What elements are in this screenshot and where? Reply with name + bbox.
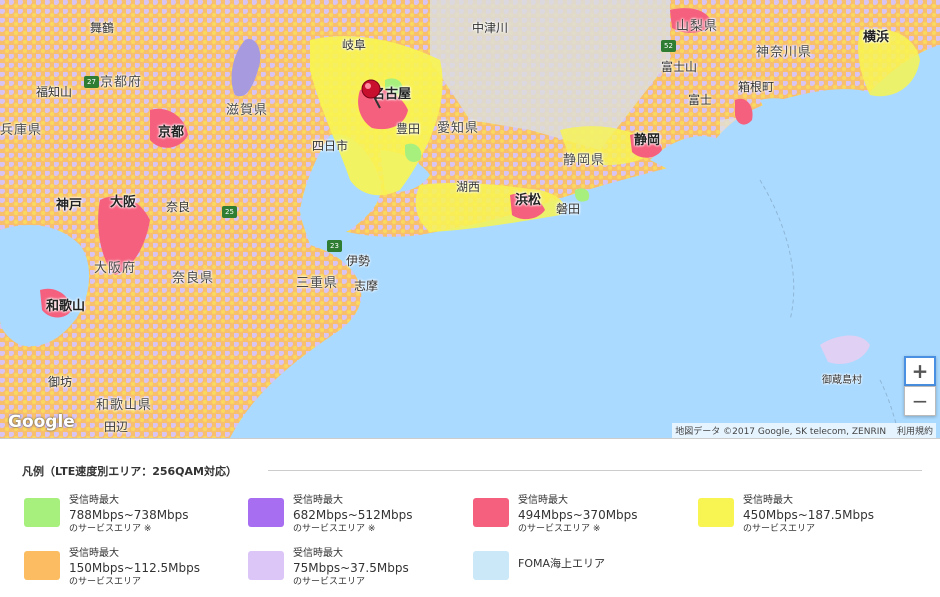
place-label: 滋賀県 xyxy=(226,103,269,118)
place-label: 愛知県 xyxy=(437,121,480,136)
place-label: 大阪 xyxy=(110,195,137,210)
place-label: 大阪府 xyxy=(94,261,137,276)
place-label: 京都 xyxy=(158,125,185,140)
legend-item-label: 受信時最大 xyxy=(743,495,793,506)
place-label: 静岡県 xyxy=(563,153,606,168)
place-label: 福知山 xyxy=(36,85,73,99)
legend-item: 受信時最大 494Mbps~370Mbps のサービスエリア ※ xyxy=(473,494,693,544)
legend-title: 凡例（LTE速度別エリア：256QAM対応） xyxy=(22,465,237,478)
legend-item-note: のサービスエリア xyxy=(743,524,816,534)
highway-shield-icon: 52 xyxy=(661,40,676,52)
coverage-map[interactable]: 舞鶴 福知山 京都府 兵庫県 滋賀県 京都 岐阜 名古屋 豊田 愛知県 四日市 … xyxy=(0,0,940,439)
place-label: 四日市 xyxy=(312,139,349,153)
place-label: 奈良 xyxy=(166,200,191,214)
legend-item-label: 受信時最大 xyxy=(69,495,119,506)
place-label: 神奈川県 xyxy=(756,45,813,60)
legend-item: 受信時最大 75Mbps~37.5Mbps のサービスエリア xyxy=(248,547,468,597)
place-label: 御蔵島村 xyxy=(822,375,862,386)
place-label: 神戸 xyxy=(56,198,83,213)
location-pin-icon[interactable] xyxy=(360,78,386,112)
legend-item-note: のサービスエリア ※ xyxy=(69,524,152,534)
place-label: 岐阜 xyxy=(342,38,367,52)
place-label: 静岡 xyxy=(634,133,661,148)
place-label: 箱根町 xyxy=(738,80,775,94)
place-label: 中津川 xyxy=(472,21,509,35)
legend-item-label: 受信時最大 xyxy=(293,495,343,506)
legend-item-label: 受信時最大 xyxy=(518,495,568,506)
legend-item-note: のサービスエリア xyxy=(293,577,366,587)
place-label: 豊田 xyxy=(396,122,421,136)
highway-shield-icon: 25 xyxy=(222,206,237,218)
terms-link[interactable]: 利用規約 xyxy=(897,427,933,437)
legend-item-speed: 75Mbps~37.5Mbps xyxy=(293,561,409,575)
legend-panel: 凡例（LTE速度別エリア：256QAM対応） 受信時最大 788Mbps~738… xyxy=(0,439,940,587)
legend-item-speed: 682Mbps~512Mbps xyxy=(293,508,413,522)
place-label: 舞鶴 xyxy=(90,21,115,35)
place-label: 和歌山 xyxy=(46,299,86,314)
highway-shield-icon: 23 xyxy=(327,240,342,252)
legend-swatch xyxy=(24,498,60,527)
zoom-out-button[interactable]: − xyxy=(904,386,936,416)
place-label: 横浜 xyxy=(863,30,890,45)
place-label: 田辺 xyxy=(104,420,129,434)
legend-item-speed: 788Mbps~738Mbps xyxy=(69,508,189,522)
legend-swatch xyxy=(248,551,284,580)
legend-item: FOMA海上エリア xyxy=(473,547,693,597)
attribution-text: 地図データ ©2017 Google, SK telecom, ZENRIN xyxy=(675,427,887,437)
legend-item-label: 受信時最大 xyxy=(293,548,343,559)
place-label: 湖西 xyxy=(456,180,481,194)
legend-item-note: のサービスエリア ※ xyxy=(293,524,376,534)
legend-item-speed: FOMA海上エリア xyxy=(518,557,606,570)
legend-swatch xyxy=(473,498,509,527)
google-logo[interactable]: Google xyxy=(8,412,75,432)
map-attribution: 地図データ ©2017 Google, SK telecom, ZENRIN 利… xyxy=(672,423,936,438)
legend-item: 受信時最大 788Mbps~738Mbps のサービスエリア ※ xyxy=(24,494,244,544)
place-label: 奈良県 xyxy=(172,271,215,286)
legend-item-speed: 450Mbps~187.5Mbps xyxy=(743,508,874,522)
place-label: 志摩 xyxy=(354,279,379,293)
place-label: 京都府 xyxy=(100,75,143,90)
legend-swatch xyxy=(24,551,60,580)
legend-item-note: のサービスエリア ※ xyxy=(518,524,601,534)
place-label: 御坊 xyxy=(48,375,73,389)
legend-item: 受信時最大 450Mbps~187.5Mbps のサービスエリア xyxy=(698,494,918,544)
legend-item: 受信時最大 150Mbps~112.5Mbps のサービスエリア xyxy=(24,547,244,597)
place-label: 三重県 xyxy=(296,276,339,291)
place-label: 富士 xyxy=(688,93,713,107)
place-label: 伊勢 xyxy=(346,254,371,268)
zoom-in-button[interactable]: + xyxy=(904,356,936,386)
place-label: 浜松 xyxy=(515,193,542,208)
place-label: 磐田 xyxy=(556,202,581,216)
legend-item-speed: 150Mbps~112.5Mbps xyxy=(69,561,200,575)
legend-item-label: 受信時最大 xyxy=(69,548,119,559)
place-label: 和歌山県 xyxy=(96,398,153,413)
legend-item-note: のサービスエリア xyxy=(69,577,142,587)
legend-swatch xyxy=(473,551,509,580)
legend-item: 受信時最大 682Mbps~512Mbps のサービスエリア ※ xyxy=(248,494,468,544)
legend-divider xyxy=(268,470,922,471)
legend-item-speed: 494Mbps~370Mbps xyxy=(518,508,638,522)
highway-shield-icon: 27 xyxy=(84,76,99,88)
legend-swatch xyxy=(248,498,284,527)
place-label: 山梨県 xyxy=(676,19,719,34)
place-label: 富士山 xyxy=(661,60,698,74)
map-canvas xyxy=(0,0,940,438)
place-label: 兵庫県 xyxy=(0,123,43,138)
legend-swatch xyxy=(698,498,734,527)
